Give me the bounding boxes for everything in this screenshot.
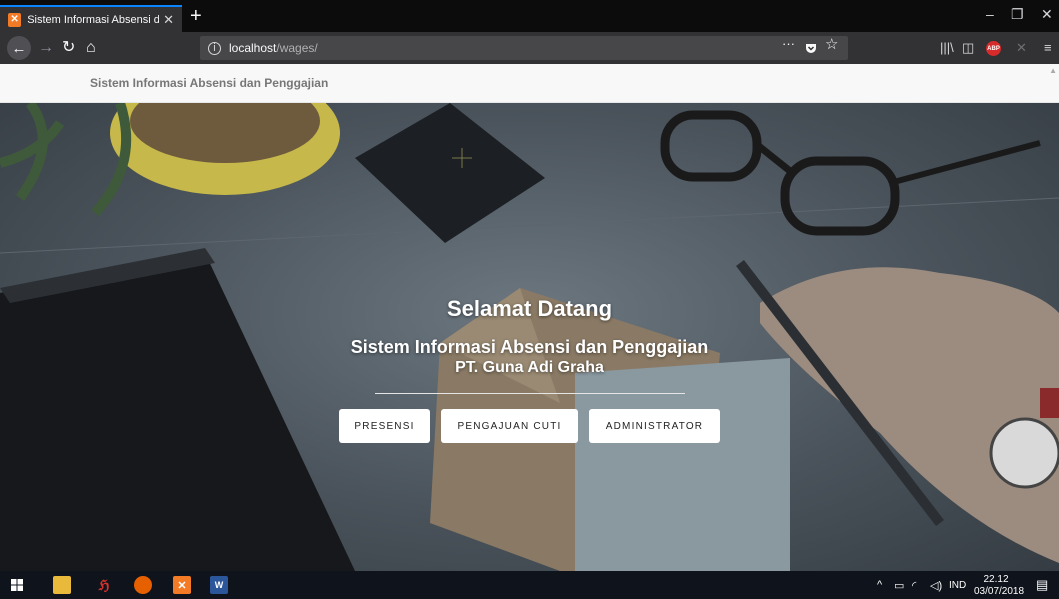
xampp-favicon-icon: ✕: [8, 12, 22, 27]
adblock-plus-icon[interactable]: ABP: [986, 41, 1001, 56]
reload-icon[interactable]: ↻: [62, 37, 75, 59]
presensi-button[interactable]: PRESENSI: [339, 409, 430, 443]
tab-strip: ✕ Sistem Informasi Absensi dan P ✕ + – ❐…: [0, 0, 1059, 32]
language-indicator[interactable]: IND: [949, 580, 966, 591]
hero-organization: PT. Guna Adi Graha: [455, 359, 604, 376]
show-hidden-icons-icon[interactable]: ^: [877, 579, 882, 591]
wifi-icon[interactable]: ◜: [912, 579, 916, 592]
xampp-icon[interactable]: ✕: [173, 576, 191, 594]
site-brand[interactable]: Sistem Informasi Absensi dan Penggajian: [90, 76, 328, 90]
tab-close-icon[interactable]: ✕: [163, 12, 174, 28]
url-path: /wages/: [276, 41, 318, 55]
minimize-icon[interactable]: –: [986, 6, 994, 22]
url-bar[interactable]: i localhost /wages/: [200, 36, 848, 60]
file-explorer-icon[interactable]: [53, 576, 71, 594]
firefox-icon[interactable]: [134, 576, 152, 594]
tab-title: Sistem Informasi Absensi dan P: [27, 13, 160, 26]
library-icon[interactable]: |||\: [940, 40, 954, 55]
windows-taskbar: ℌ ✕ W ^ ▭ ◜ ◁) IND 22.12 03/07/2018 ▤: [0, 571, 1059, 599]
extension-icon[interactable]: ✕: [1016, 40, 1027, 56]
administrator-button[interactable]: ADMINISTRATOR: [589, 409, 720, 443]
navigation-bar: ← → ↻ ⌂ i localhost /wages/ ··· ☆ |||\ ◫…: [0, 32, 1059, 64]
site-info-icon[interactable]: i: [208, 41, 221, 55]
volume-icon[interactable]: ◁): [930, 579, 942, 592]
site-navbar: Sistem Informasi Absensi dan Penggajian …: [0, 64, 1059, 103]
scrollbar-up-icon[interactable]: ▲: [1049, 66, 1057, 75]
windows-start-icon[interactable]: [11, 579, 23, 591]
acrobat-icon[interactable]: ℌ: [95, 576, 113, 594]
hero-divider: [375, 393, 685, 394]
new-tab-button[interactable]: +: [190, 4, 202, 28]
hero-subtitle: Sistem Informasi Absensi dan Penggajian: [350, 337, 709, 357]
word-icon[interactable]: W: [210, 576, 228, 594]
home-icon[interactable]: ⌂: [86, 37, 96, 59]
url-host: localhost: [229, 41, 277, 55]
action-center-icon[interactable]: ▤: [1036, 577, 1048, 593]
clock-time: 22.12: [983, 574, 1009, 585]
close-window-icon[interactable]: ✕: [1041, 6, 1053, 23]
page-viewport: Sistem Informasi Absensi dan Penggajian …: [0, 64, 1059, 571]
sidebar-icon[interactable]: ◫: [962, 40, 974, 56]
battery-icon[interactable]: ▭: [894, 579, 904, 592]
hero-title: Selamat Datang: [446, 296, 613, 321]
pocket-icon[interactable]: [805, 42, 817, 54]
browser-tab[interactable]: ✕ Sistem Informasi Absensi dan P ✕: [0, 5, 182, 32]
menu-hamburger-icon[interactable]: ≡: [1044, 40, 1052, 55]
bookmark-star-icon[interactable]: ☆: [825, 35, 838, 53]
hero-section: Selamat Datang Sistem Informasi Absensi …: [0, 103, 1059, 571]
forward-arrow-icon[interactable]: →: [38, 37, 54, 59]
restore-icon[interactable]: ❐: [1011, 6, 1024, 23]
back-arrow-icon[interactable]: ←: [7, 36, 31, 60]
clock-date: 03/07/2018: [974, 586, 1025, 597]
page-actions-icon[interactable]: ···: [782, 36, 795, 51]
system-clock[interactable]: 22.12 03/07/2018: [974, 574, 1025, 598]
pengajuan-cuti-button[interactable]: PENGAJUAN CUTI: [441, 409, 578, 443]
